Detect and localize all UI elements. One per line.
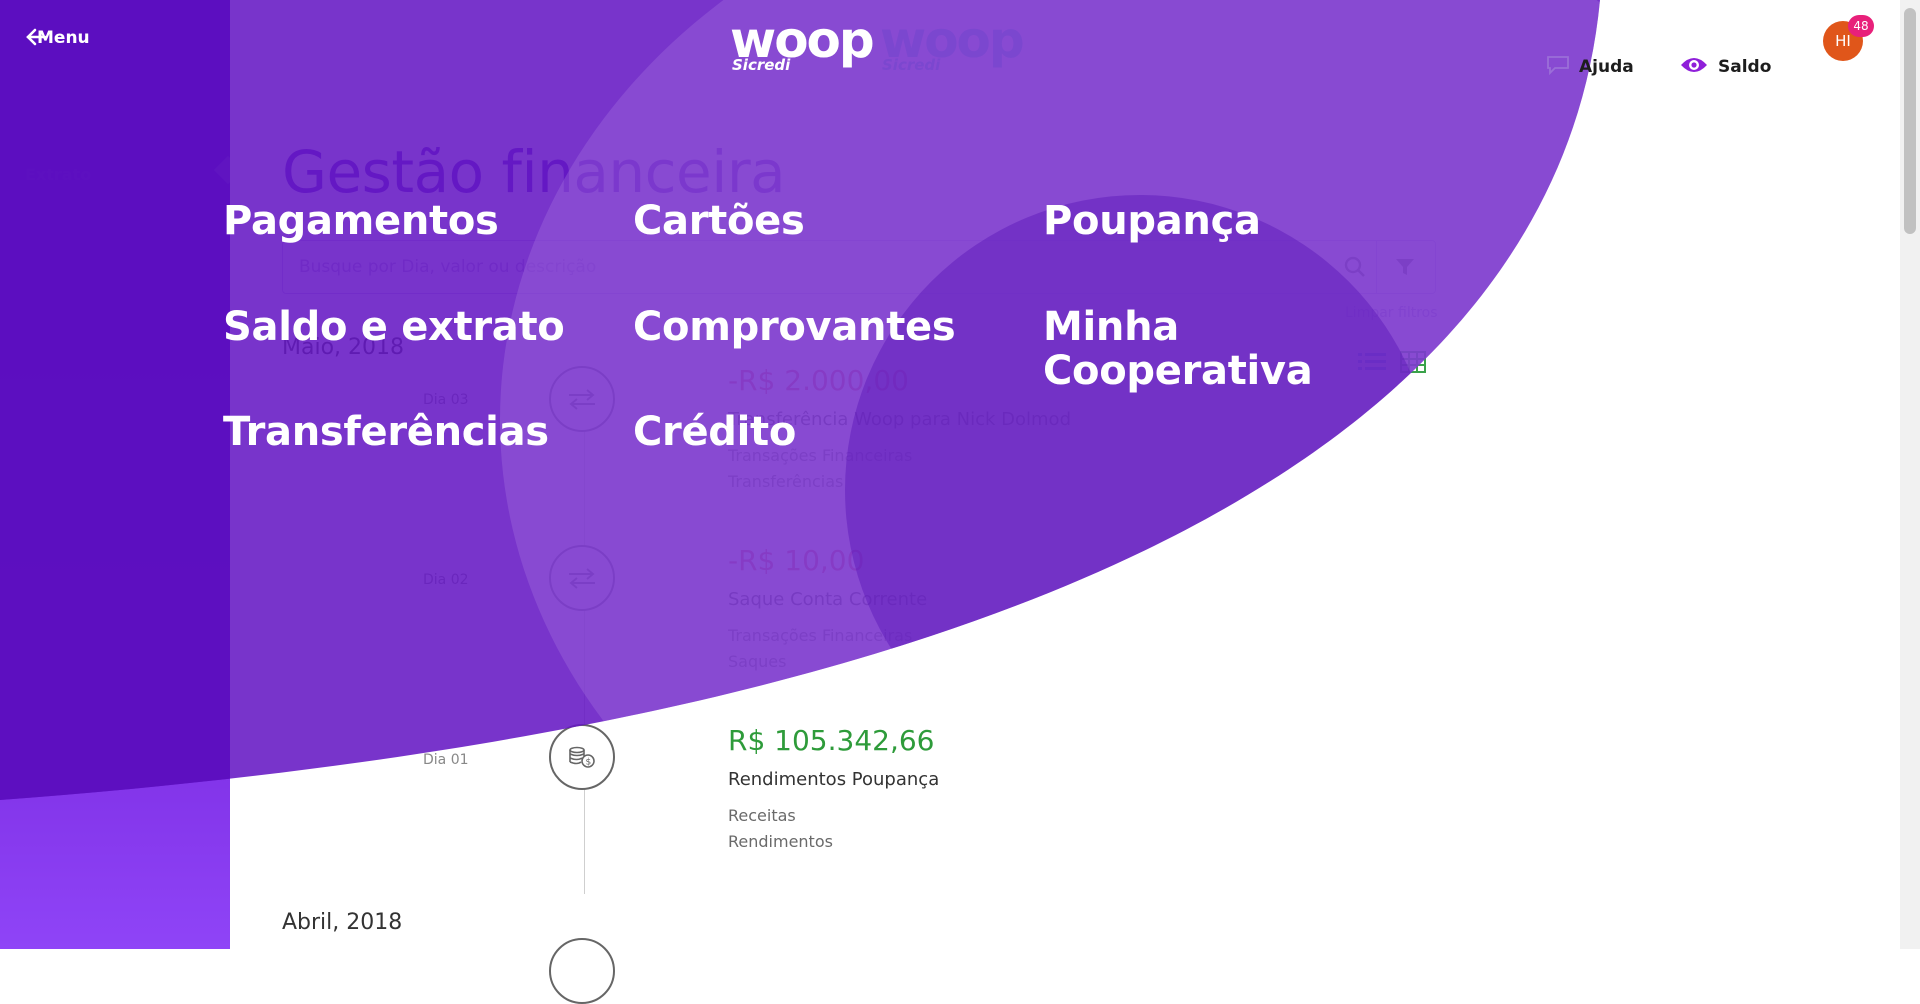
menu-item-poupanca[interactable]: Poupança: [1043, 199, 1261, 243]
menu-item-minha-cooperativa[interactable]: Minha Cooperativa: [1043, 305, 1313, 393]
logo-sub: Sicredi: [882, 56, 941, 74]
coins-icon: $: [549, 724, 615, 790]
transaction-subcategory: Saques: [728, 652, 787, 671]
help-link[interactable]: Ajuda: [1545, 27, 1634, 107]
transaction-day: Dia 01: [423, 752, 469, 768]
table-view-icon[interactable]: [1400, 350, 1426, 374]
balance-label: Saldo: [1718, 57, 1772, 77]
transaction-amount: -R$ 10,00: [728, 544, 865, 577]
transfer-icon: [549, 545, 615, 611]
sidebar-item-extrato[interactable]: Extrato: [25, 165, 91, 184]
menu-item-saldo-extrato[interactable]: Saldo e extrato: [223, 305, 565, 349]
scrollbar-thumb[interactable]: [1904, 8, 1916, 234]
transfer-icon: [549, 366, 615, 432]
timeline-line: [584, 432, 585, 894]
search-divider: [1376, 241, 1377, 293]
transaction-description[interactable]: Rendimentos Poupança: [728, 769, 939, 790]
search-input[interactable]: [297, 241, 1321, 293]
logo-secondary: woop Sicredi: [880, 15, 1025, 74]
search-icon[interactable]: [1343, 255, 1367, 279]
notification-badge[interactable]: 48: [1848, 15, 1874, 37]
eye-icon: [1680, 55, 1708, 80]
menu-item-cartoes[interactable]: Cartões: [633, 199, 805, 243]
logo[interactable]: woop Sicredi woop Sicredi: [730, 15, 1030, 74]
balance-toggle[interactable]: Saldo: [1680, 27, 1771, 107]
sidebar: Extrato: [0, 0, 243, 949]
transaction-day: Dia 03: [423, 392, 469, 408]
main-content: Gestão financeira Limpar filtros Maio, 2…: [230, 0, 1920, 1004]
logo-primary: woop Sicredi: [730, 15, 875, 74]
list-view-icon[interactable]: [1358, 350, 1386, 374]
transaction-day: Dia 02: [423, 572, 469, 588]
help-label: Ajuda: [1579, 57, 1634, 77]
transaction-amount: R$ 105.342,66: [728, 724, 935, 757]
scrollbar[interactable]: [1900, 0, 1920, 949]
menu-item-comprovantes[interactable]: Comprovantes: [633, 305, 956, 349]
transaction-description[interactable]: Saque Conta Corrente: [728, 589, 927, 610]
clear-filters-link[interactable]: Limpar filtros: [1345, 305, 1438, 321]
menu-item-transferencias[interactable]: Transferências: [223, 410, 549, 454]
transaction-category: Transações Financeiras: [728, 626, 913, 645]
logo-sub: Sicredi: [732, 56, 791, 74]
menu-item-pagamentos[interactable]: Pagamentos: [223, 199, 499, 243]
svg-text:$: $: [586, 758, 592, 768]
search-bar: [282, 240, 1436, 294]
menu-toggle-button[interactable]: Menu: [25, 28, 90, 48]
page-title: Gestão financeira: [282, 138, 786, 206]
transaction-subcategory: Rendimentos: [728, 832, 833, 851]
transaction-amount: -R$ 2.000,00: [728, 364, 909, 397]
transaction-icon-partial: [549, 938, 615, 1004]
chat-bubble-icon: [1545, 55, 1571, 80]
transaction-subcategory: Transferências: [728, 472, 844, 491]
menu-item-credito[interactable]: Crédito: [633, 410, 796, 454]
transaction-category: Receitas: [728, 806, 796, 825]
filter-icon[interactable]: [1393, 255, 1417, 279]
month-heading: Abril, 2018: [282, 910, 403, 935]
